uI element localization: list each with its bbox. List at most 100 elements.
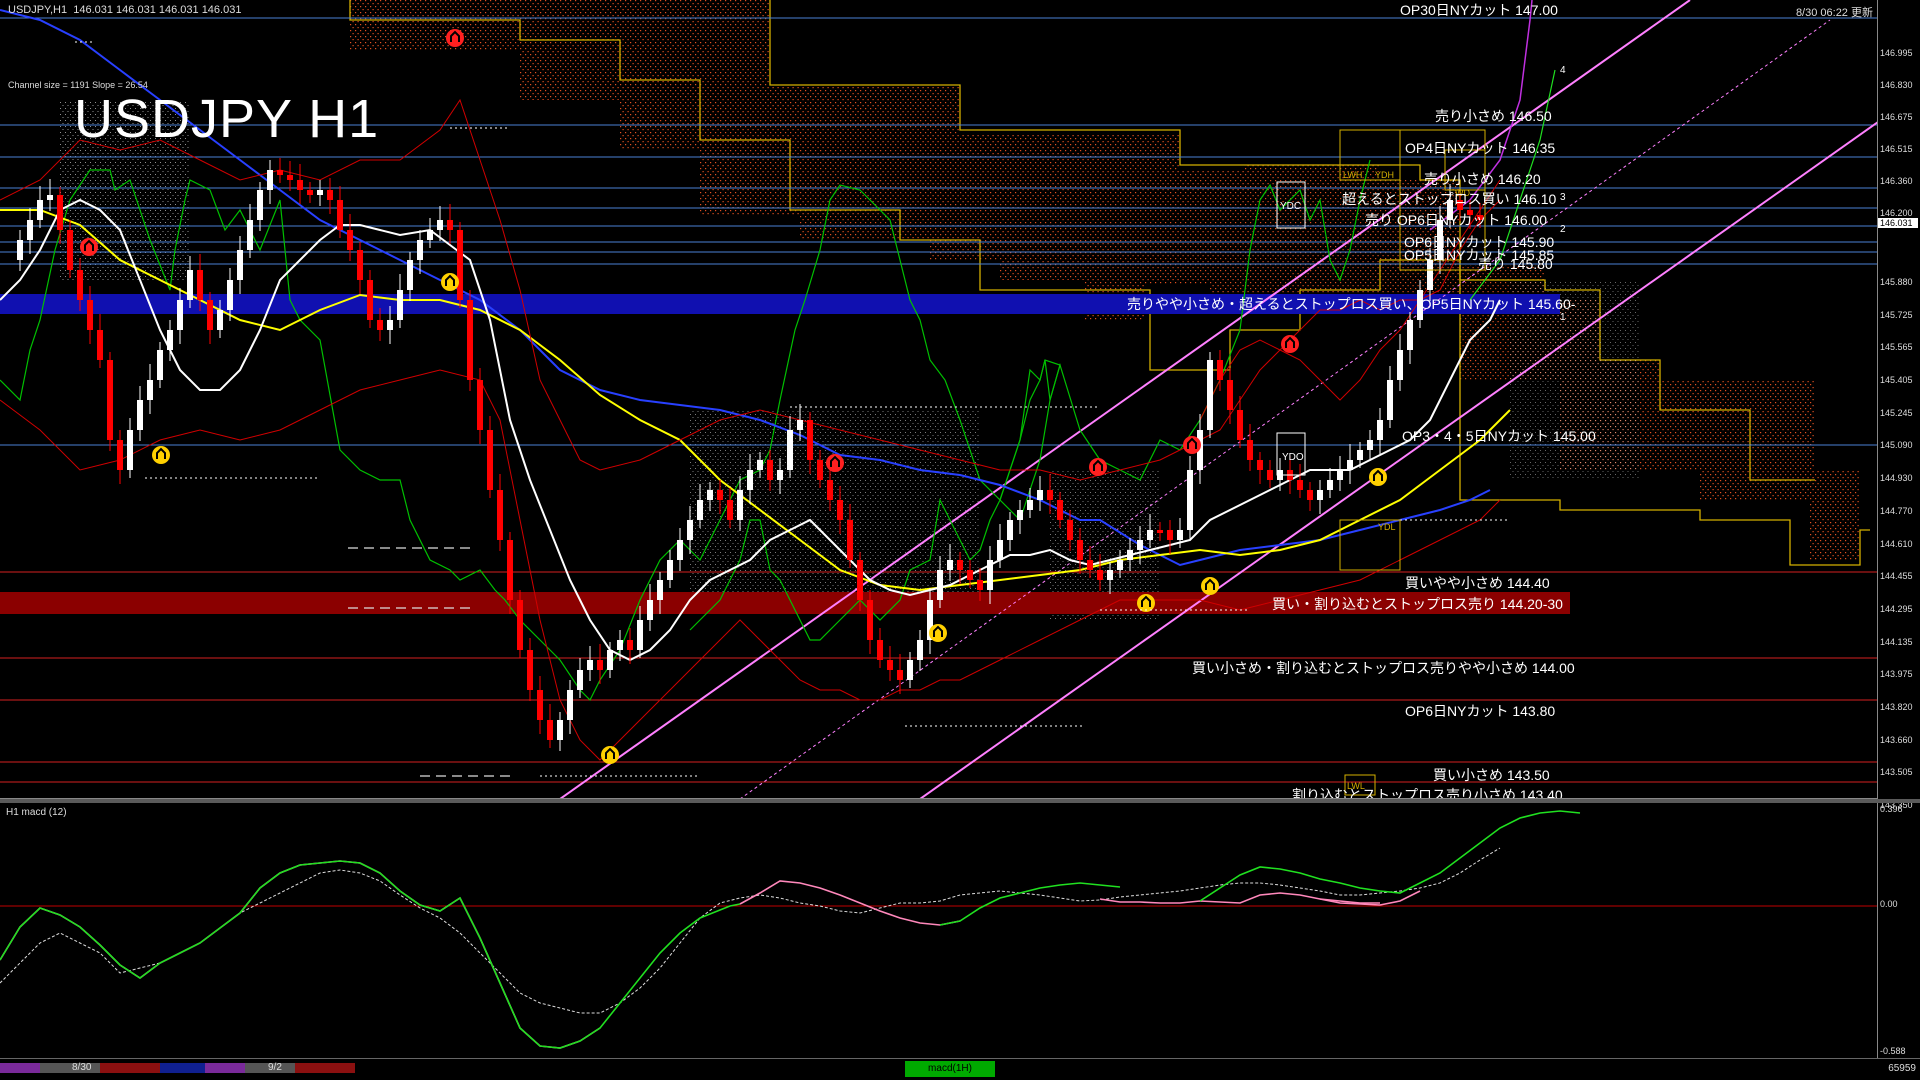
bull-candle	[427, 230, 433, 240]
price-scale-label: 144.610	[1880, 539, 1913, 549]
bull-candle	[37, 200, 43, 220]
level-label-op6-146-00: 売り OP6日NYカット 146.00	[1365, 212, 1548, 228]
level-label-buy-144-40: 買いやや小さめ 144.40	[1405, 575, 1550, 591]
bull-candle	[607, 650, 613, 670]
price-scale-label: 146.675	[1880, 112, 1913, 122]
level-label-band-144-20: 買い・割り込むとストップロス売り 144.20-30	[1272, 596, 1563, 612]
ydc-label: YDC	[1280, 201, 1301, 212]
bear-candle	[1077, 540, 1083, 560]
bear-candle	[77, 270, 83, 300]
ydh-label: YDH	[1375, 170, 1394, 180]
bear-candle	[957, 560, 963, 570]
bull-candle	[697, 500, 703, 520]
bull-candle	[217, 310, 223, 330]
dashed-markers	[348, 547, 510, 777]
bull-candle	[637, 620, 643, 650]
macd-indicator-panel[interactable]: H1 macd (12)	[0, 803, 1878, 1058]
level-label-op6-143-80: OP6日NYカット 143.80	[1405, 703, 1556, 719]
price-scale-label: 143.505	[1880, 767, 1913, 777]
bull-candle	[557, 720, 563, 740]
bull-candle	[407, 260, 413, 290]
bull-candle	[947, 560, 953, 570]
bear-candle	[377, 320, 383, 330]
bull-candle	[257, 190, 263, 220]
bear-candle	[767, 460, 773, 480]
bull-candle	[987, 560, 993, 590]
bull-candle	[1107, 570, 1113, 580]
bull-candle	[237, 250, 243, 280]
bull-candle	[937, 570, 943, 600]
symbol-timeframe: USDJPY,H1	[8, 4, 68, 16]
price-scale-label: 143.820	[1880, 702, 1913, 712]
bear-candle	[1267, 470, 1273, 480]
bear-candle	[967, 570, 973, 580]
price-scale-label: 145.565	[1880, 342, 1913, 352]
time-axis[interactable]: 8/30 9/2 macd(1H) 65959	[0, 1058, 1920, 1080]
bear-candle	[357, 250, 363, 280]
macd-main-line-pink	[0, 860, 601, 1049]
bull-candle	[397, 290, 403, 320]
bear-candle	[547, 720, 553, 740]
macd-label: H1 macd (12)	[6, 807, 67, 818]
bear-candle	[857, 560, 863, 600]
bull-candle	[787, 430, 793, 470]
bull-candle	[1327, 480, 1333, 490]
bull-candle	[1127, 550, 1133, 560]
indicator-tab[interactable]: macd(1H)	[905, 1061, 995, 1077]
bear-candle	[1247, 440, 1253, 460]
price-scale-label: 143.975	[1880, 669, 1913, 679]
bull-candle	[177, 300, 183, 330]
timeline-segment	[295, 1063, 355, 1073]
level-label-band-145-60: 売りやや小さめ・超えるとストップロス買い、OP5日NYカット 145.60-	[1127, 296, 1576, 312]
bull-candle	[757, 460, 763, 470]
ohlc-values: 146.031 146.031 146.031 146.031	[73, 4, 242, 16]
bull-candle	[647, 600, 653, 620]
bear-candle	[1067, 520, 1073, 540]
symbol-title: USDJPY H1	[74, 89, 380, 149]
price-scale-label: 145.090	[1880, 440, 1913, 450]
bear-candle	[497, 490, 503, 540]
bull-candle	[247, 220, 253, 250]
bull-candle	[437, 220, 443, 230]
price-scale-label: 145.880	[1880, 277, 1913, 287]
timeline-segment	[205, 1063, 245, 1073]
macd-main-line-pink-2	[739, 880, 961, 926]
bull-candle	[1037, 490, 1043, 500]
price-scale[interactable]: 146.995 146.830 146.675 146.515 146.360 146.2…	[1878, 0, 1920, 810]
macd-main-line-green-3	[1199, 810, 1581, 902]
bull-candle	[1337, 470, 1343, 480]
bull-candle	[1027, 500, 1033, 510]
mt4-chart-window: YDC YDO LWH YDH YDL LWL WD 1 2 3 4 USDJP…	[0, 0, 1920, 1080]
bull-candle	[147, 380, 153, 400]
current-price-marker: 146.031	[1878, 218, 1918, 228]
bear-candle	[1307, 490, 1313, 500]
bear-candle	[1227, 380, 1233, 410]
bull-candle	[187, 270, 193, 300]
bull-candle	[747, 470, 753, 490]
bear-candle	[977, 580, 983, 590]
bear-candle	[507, 540, 513, 600]
bull-candle	[1387, 380, 1393, 420]
level-label-sell-145-80: 売り 145.80	[1478, 256, 1553, 272]
date-label-2: 9/2	[268, 1062, 282, 1073]
lwh-label: LWH	[1343, 170, 1362, 180]
symbol-info: USDJPY,H1 146.031 146.031 146.031 146.03…	[8, 4, 241, 16]
main-price-chart[interactable]: YDC YDO LWH YDH YDL LWL WD 1 2 3 4 USDJP…	[0, 0, 1878, 799]
bear-candle	[287, 175, 293, 180]
bear-candle	[97, 330, 103, 360]
bear-candle	[67, 230, 73, 270]
bear-candle	[847, 520, 853, 560]
price-scale-label: 144.135	[1880, 637, 1913, 647]
bull-candle	[677, 540, 683, 560]
channel-number-2: 2	[1560, 224, 1566, 235]
macd-scale: 0.396 0.00 -0.588	[1878, 803, 1920, 1058]
bear-candle	[87, 300, 93, 330]
bear-candle	[1097, 570, 1103, 580]
channel-number-4: 4	[1560, 65, 1566, 76]
bear-candle	[477, 380, 483, 430]
bear-candle	[817, 460, 823, 480]
bull-candle	[777, 470, 783, 480]
bull-candle	[1347, 460, 1353, 470]
bear-candle	[1297, 480, 1303, 490]
bull-candle	[1007, 520, 1013, 540]
